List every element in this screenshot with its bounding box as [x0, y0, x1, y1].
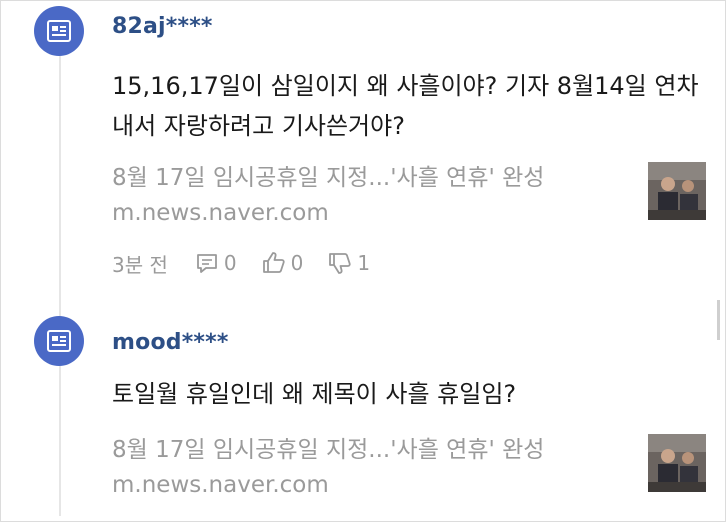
comment-time: 3분 전: [112, 252, 168, 277]
dislike-button[interactable]: 1: [327, 250, 370, 276]
news-card-icon: [47, 20, 71, 42]
thumbs-down-icon: [329, 253, 351, 274]
like-button[interactable]: 0: [261, 250, 304, 276]
dislike-count: 1: [357, 251, 371, 275]
thumbnail-image: [648, 434, 706, 492]
thumbnail-image: [648, 162, 706, 220]
thread-line: [59, 46, 61, 516]
link-preview-url[interactable]: m.news.naver.com: [112, 200, 329, 226]
thumbs-up-icon: [262, 252, 285, 273]
link-thumbnail[interactable]: [648, 162, 706, 220]
avatar[interactable]: [34, 316, 84, 366]
comment-text: 15,16,17일이 삼일이지 왜 사흘이야? 기자 8월14일 연차내서 자랑…: [112, 72, 699, 140]
link-thumbnail[interactable]: [648, 434, 706, 492]
reply-count: 0: [223, 251, 237, 275]
comment-icon: [196, 254, 217, 273]
comment-username[interactable]: mood****: [112, 330, 229, 355]
link-preview-url[interactable]: m.news.naver.com: [112, 472, 329, 498]
comment-meta: 3분 전 0 0 1: [112, 248, 386, 278]
avatar[interactable]: [34, 6, 84, 56]
comment-text: 토일월 휴일인데 왜 제목이 사흘 휴일임?: [112, 380, 517, 408]
news-card-icon: [47, 330, 71, 352]
link-preview-title[interactable]: 8월 17일 임시공휴일 지정...'사흘 연휴' 완성: [112, 430, 544, 464]
like-count: 0: [290, 251, 304, 275]
reply-button[interactable]: 0: [194, 250, 237, 276]
scrollbar[interactable]: [717, 300, 720, 340]
comment-username[interactable]: 82aj****: [112, 14, 213, 39]
link-preview-title[interactable]: 8월 17일 임시공휴일 지정...'사흘 연휴' 완성: [112, 158, 544, 192]
